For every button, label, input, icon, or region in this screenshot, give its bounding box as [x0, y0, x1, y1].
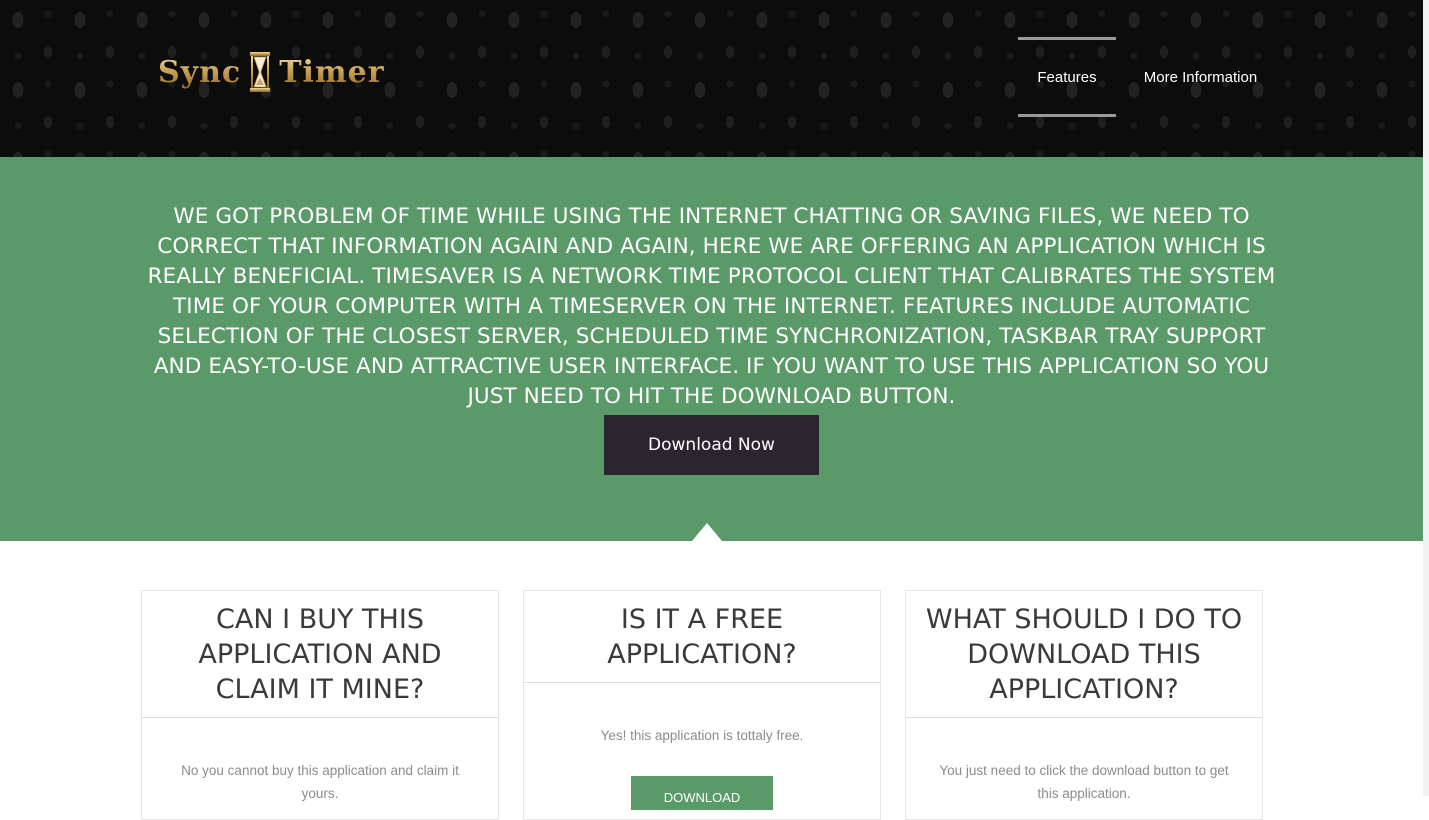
faq-card-body: No you cannot buy this application and c…: [142, 718, 498, 805]
faq-card-body: Yes! this application is tottaly free. D…: [524, 683, 880, 810]
scrollbar-track[interactable]: [1423, 0, 1429, 796]
site-header: Sync Timer Features More Information: [0, 0, 1423, 157]
faq-card-how-to-download: What should I do to download this applic…: [905, 590, 1263, 820]
faq-card-text: No you cannot buy this application and c…: [181, 763, 459, 801]
site-logo[interactable]: Sync Timer: [158, 50, 385, 94]
faq-card-body: You just need to click the download butt…: [906, 718, 1262, 805]
faq-card-free: Is it a free application? Yes! this appl…: [523, 590, 881, 820]
faq-card-header: Can I buy this application and claim it …: [142, 591, 498, 718]
hero-section: We got problem of time while using the i…: [0, 157, 1423, 541]
hourglass-icon: [249, 50, 271, 94]
logo-word-sync: Sync: [158, 54, 242, 90]
download-button[interactable]: DOWNLOAD: [631, 776, 773, 810]
faq-card-title: What should I do to download this applic…: [925, 603, 1243, 705]
faq-card-title: Is it a free application?: [607, 603, 797, 670]
download-now-button[interactable]: Download Now: [604, 415, 819, 475]
faq-card-buy: Can I buy this application and claim it …: [141, 590, 499, 820]
nav-item-features[interactable]: Features: [1018, 37, 1116, 117]
nav-item-more-information[interactable]: More Information: [1116, 37, 1285, 117]
faq-card-text: Yes! this application is tottaly free.: [600, 728, 804, 743]
main-nav: Features More Information: [1018, 37, 1285, 117]
faq-card-title: Can I buy this application and claim it …: [198, 603, 442, 705]
logo-word-timer: Timer: [279, 54, 385, 90]
hero-description: We got problem of time while using the i…: [147, 204, 1276, 409]
faq-card-header: What should I do to download this applic…: [906, 591, 1262, 718]
faq-card-header: Is it a free application?: [524, 591, 880, 683]
faq-card-text: You just need to click the download butt…: [939, 763, 1229, 801]
hero-down-arrow: [692, 523, 722, 541]
